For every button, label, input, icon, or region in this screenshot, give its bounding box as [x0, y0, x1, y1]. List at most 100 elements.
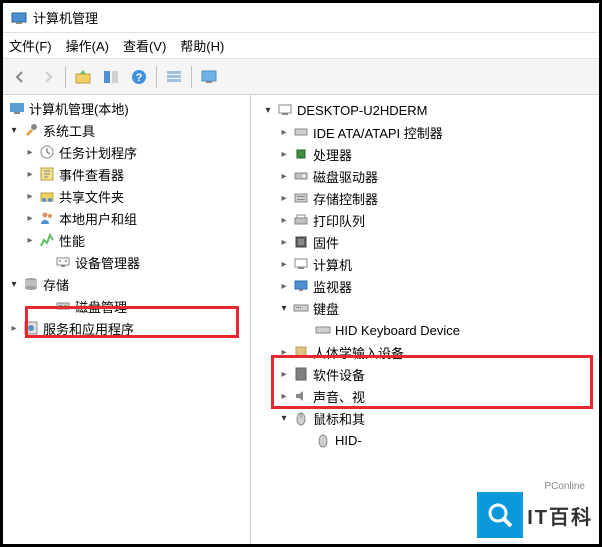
users-icon: [39, 210, 55, 226]
sound-icon: [293, 388, 309, 404]
tree-label: HID-: [335, 433, 362, 448]
storage-ctrl-icon: [293, 190, 309, 206]
device-keyboards[interactable]: ▾ 键盘: [257, 297, 599, 319]
tree-label: 设备管理器: [75, 253, 140, 272]
computer-icon: [277, 102, 293, 118]
tree-local-users[interactable]: ▸ 本地用户和组: [3, 207, 250, 229]
device-hid-mouse[interactable]: HID-: [257, 429, 599, 451]
tree-root-computer-mgmt[interactable]: 计算机管理(本地): [3, 97, 250, 119]
cpu-icon: [293, 146, 309, 162]
tree-label: 鼠标和其: [313, 409, 365, 428]
expander-icon[interactable]: ▾: [7, 277, 21, 291]
watermark-badge-icon: [477, 492, 523, 538]
tree-label: 键盘: [313, 299, 339, 318]
tree-system-tools[interactable]: ▾ 系统工具: [3, 119, 250, 141]
tree-label: DESKTOP-U2HDERM: [297, 103, 428, 118]
tree-shared-folders[interactable]: ▸ 共享文件夹: [3, 185, 250, 207]
menu-file[interactable]: 文件(F): [9, 36, 52, 55]
storage-icon: [23, 276, 39, 292]
tree-label: 监视器: [313, 277, 352, 296]
device-computers[interactable]: ▸ 计算机: [257, 253, 599, 275]
watermark: IT百科: [477, 492, 593, 538]
view-list-button[interactable]: [161, 64, 187, 90]
tree-label: 任务计划程序: [59, 143, 137, 162]
expander-icon[interactable]: ▸: [277, 345, 291, 359]
tree-performance[interactable]: ▸ 性能: [3, 229, 250, 251]
tree-services-apps[interactable]: ▸ 服务和应用程序: [3, 317, 250, 339]
expander-icon[interactable]: ▸: [23, 189, 37, 203]
expander-icon[interactable]: ▸: [277, 367, 291, 381]
expander-icon[interactable]: ▸: [277, 147, 291, 161]
titlebar: 计算机管理: [3, 3, 599, 33]
tree-storage[interactable]: ▾ 存储: [3, 273, 250, 295]
device-processors[interactable]: ▸ 处理器: [257, 143, 599, 165]
menu-help[interactable]: 帮助(H): [180, 36, 224, 55]
tree-label: HID Keyboard Device: [335, 323, 460, 338]
device-monitors[interactable]: ▸ 监视器: [257, 275, 599, 297]
device-software[interactable]: ▸ 软件设备: [257, 363, 599, 385]
show-hide-button[interactable]: [98, 64, 124, 90]
expander-icon[interactable]: ▾: [261, 103, 275, 117]
computer-mgmt-icon: [9, 100, 25, 116]
menubar: 文件(F) 操作(A) 查看(V) 帮助(H): [3, 33, 599, 59]
menu-view[interactable]: 查看(V): [123, 36, 166, 55]
mouse-icon: [293, 410, 309, 426]
device-storage-ctrl[interactable]: ▸ 存储控制器: [257, 187, 599, 209]
tree-event-viewer[interactable]: ▸ 事件查看器: [3, 163, 250, 185]
expander-icon[interactable]: ▸: [277, 213, 291, 227]
expander-icon[interactable]: ▸: [277, 191, 291, 205]
tree-disk-management[interactable]: 磁盘管理: [3, 295, 250, 317]
device-sound[interactable]: ▸ 声音、视: [257, 385, 599, 407]
tree-label: IDE ATA/ATAPI 控制器: [313, 123, 443, 142]
tree-label: 共享文件夹: [59, 187, 124, 206]
device-root[interactable]: ▾ DESKTOP-U2HDERM: [257, 99, 599, 121]
firmware-icon: [293, 234, 309, 250]
forward-button[interactable]: [35, 64, 61, 90]
expander-icon[interactable]: ▸: [277, 279, 291, 293]
expander-icon[interactable]: ▾: [277, 411, 291, 425]
back-button[interactable]: [7, 64, 33, 90]
menu-action[interactable]: 操作(A): [66, 36, 109, 55]
expander-icon[interactable]: ▾: [7, 123, 21, 137]
expander-icon[interactable]: ▸: [23, 233, 37, 247]
expander-icon[interactable]: ▸: [277, 257, 291, 271]
tree-label: 计算机管理(本地): [29, 99, 129, 118]
up-button[interactable]: [70, 64, 96, 90]
disk-icon: [293, 168, 309, 184]
tree-task-scheduler[interactable]: ▸ 任务计划程序: [3, 141, 250, 163]
monitor-button[interactable]: [196, 64, 222, 90]
device-manager-icon: [55, 254, 71, 270]
tree-device-manager[interactable]: 设备管理器: [3, 251, 250, 273]
expander-icon[interactable]: ▸: [23, 211, 37, 225]
expander-icon[interactable]: ▾: [277, 301, 291, 315]
event-icon: [39, 166, 55, 182]
expander-icon[interactable]: ▸: [23, 167, 37, 181]
app-icon: [11, 10, 27, 26]
expander-icon[interactable]: ▸: [7, 321, 21, 335]
device-print-queues[interactable]: ▸ 打印队列: [257, 209, 599, 231]
expander-icon[interactable]: ▸: [277, 125, 291, 139]
expander-icon[interactable]: ▸: [277, 235, 291, 249]
tree-label: 存储: [43, 275, 69, 294]
software-icon: [293, 366, 309, 382]
toolbar: ?: [3, 59, 599, 95]
help-button[interactable]: ?: [126, 64, 152, 90]
expander-icon[interactable]: ▸: [277, 389, 291, 403]
mouse-icon: [315, 432, 331, 448]
device-firmware[interactable]: ▸ 固件: [257, 231, 599, 253]
device-mouse[interactable]: ▾ 鼠标和其: [257, 407, 599, 429]
expander-icon[interactable]: ▸: [23, 145, 37, 159]
monitor-icon: [293, 278, 309, 294]
disk-mgmt-icon: [55, 298, 71, 314]
device-hid[interactable]: ▸ 人体学输入设备: [257, 341, 599, 363]
window-title: 计算机管理: [33, 8, 98, 27]
ide-icon: [293, 124, 309, 140]
device-disk-drives[interactable]: ▸ 磁盘驱动器: [257, 165, 599, 187]
device-hid-keyboard[interactable]: HID Keyboard Device: [257, 319, 599, 341]
separator: [156, 66, 157, 88]
keyboard-icon: [315, 322, 331, 338]
device-ide[interactable]: ▸ IDE ATA/ATAPI 控制器: [257, 121, 599, 143]
printer-icon: [293, 212, 309, 228]
expander-icon[interactable]: ▸: [277, 169, 291, 183]
tree-label: 软件设备: [313, 365, 365, 384]
